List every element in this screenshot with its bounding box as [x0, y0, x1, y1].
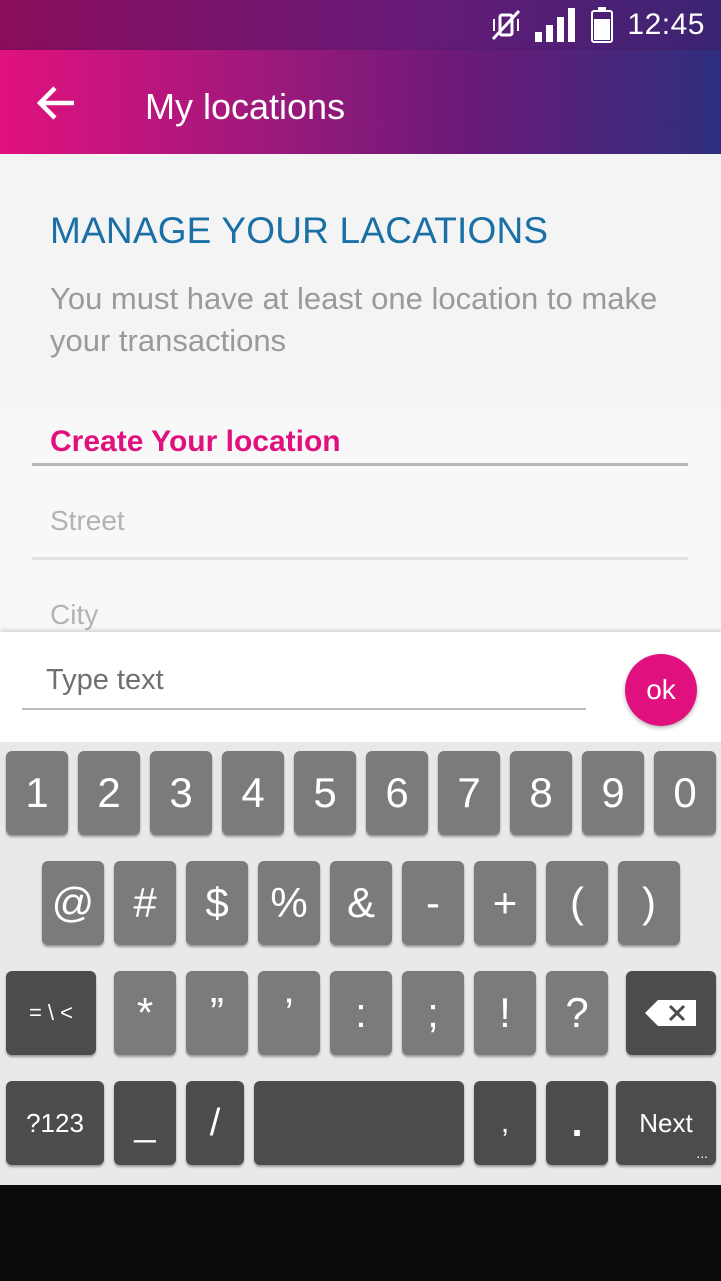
intro-section: MANAGE YOUR LACATIONS You must have at l… [0, 154, 721, 407]
signal-icon [535, 8, 577, 42]
main-content: MANAGE YOUR LACATIONS You must have at l… [0, 154, 721, 632]
key-percent[interactable]: % [258, 861, 320, 945]
arrow-left-icon [36, 85, 76, 121]
key-single-quote[interactable]: ’ [258, 971, 320, 1055]
key-exclamation[interactable]: ! [474, 971, 536, 1055]
key-0[interactable]: 0 [654, 751, 716, 835]
navigation-area [0, 1185, 721, 1281]
type-text-input[interactable] [22, 652, 586, 710]
key-6[interactable]: 6 [366, 751, 428, 835]
next-key[interactable]: Next ... [616, 1081, 716, 1165]
key-slash[interactable]: / [186, 1081, 244, 1165]
key-colon[interactable]: : [330, 971, 392, 1055]
backspace-icon [644, 999, 698, 1027]
key-period[interactable]: . [546, 1081, 608, 1165]
key-semicolon[interactable]: ; [402, 971, 464, 1055]
status-icons: 12:45 [491, 0, 705, 50]
key-comma[interactable]: , [474, 1081, 536, 1165]
key-close-paren[interactable]: ) [618, 861, 680, 945]
key-dollar[interactable]: $ [186, 861, 248, 945]
back-button[interactable] [26, 78, 86, 128]
key-underscore[interactable]: _ [114, 1081, 176, 1165]
key-more-symbols[interactable]: = \ < [6, 971, 96, 1055]
section-divider [32, 463, 688, 466]
create-location-form: Create Your location Street City [0, 407, 721, 632]
ok-button[interactable]: ok [625, 654, 697, 726]
battery-icon [591, 7, 614, 43]
city-field[interactable]: City [50, 599, 98, 631]
vibrate-off-icon [491, 9, 521, 41]
key-ampersand[interactable]: & [330, 861, 392, 945]
key-plus[interactable]: + [474, 861, 536, 945]
key-open-paren[interactable]: ( [546, 861, 608, 945]
backspace-key[interactable] [626, 971, 716, 1055]
manage-locations-title: MANAGE YOUR LACATIONS [50, 210, 549, 251]
key-3[interactable]: 3 [150, 751, 212, 835]
key-1[interactable]: 1 [6, 751, 68, 835]
status-bar: 12:45 [0, 0, 721, 50]
text-input-bar: ok [0, 632, 721, 742]
next-key-label: Next [639, 1107, 693, 1138]
key-asterisk[interactable]: * [114, 971, 176, 1055]
key-8[interactable]: 8 [510, 751, 572, 835]
key-double-quote[interactable]: ” [186, 971, 248, 1055]
key-numeric-toggle[interactable]: ?123 [6, 1081, 104, 1165]
key-9[interactable]: 9 [582, 751, 644, 835]
street-field[interactable]: Street [50, 505, 125, 537]
manage-locations-description: You must have at least one location to m… [50, 281, 658, 358]
key-question[interactable]: ? [546, 971, 608, 1055]
status-time: 12:45 [627, 8, 705, 41]
street-field-underline [32, 557, 688, 560]
next-key-hint: ... [696, 1145, 708, 1161]
key-minus[interactable]: - [402, 861, 464, 945]
keyboard: 1 2 3 4 5 6 7 8 9 0 @ # $ % & - + ( ) = … [0, 742, 721, 1185]
app-bar: My locations [0, 50, 721, 154]
key-7[interactable]: 7 [438, 751, 500, 835]
key-5[interactable]: 5 [294, 751, 356, 835]
page-title: My locations [145, 86, 346, 127]
space-key[interactable] [254, 1081, 464, 1165]
key-4[interactable]: 4 [222, 751, 284, 835]
key-2[interactable]: 2 [78, 751, 140, 835]
create-location-title: Create Your location [50, 425, 341, 458]
key-hash[interactable]: # [114, 861, 176, 945]
key-at[interactable]: @ [42, 861, 104, 945]
